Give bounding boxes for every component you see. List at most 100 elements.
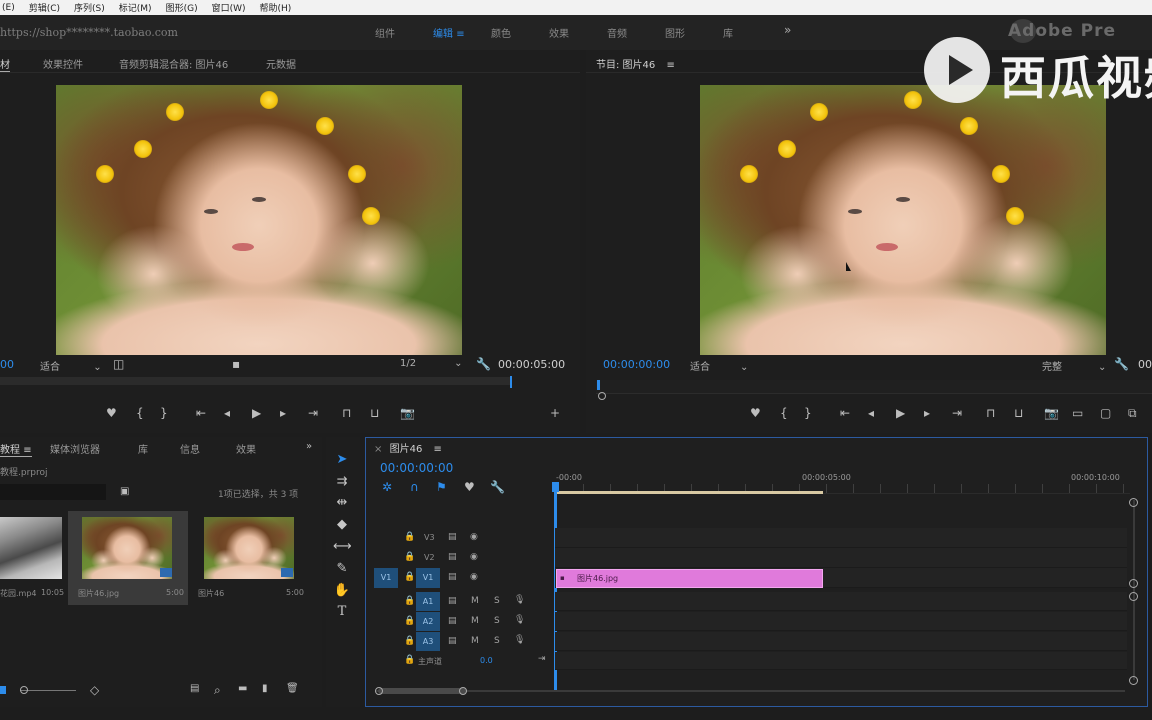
project-item-image[interactable]: [82, 517, 172, 579]
workspace-tab-effects[interactable]: 效果: [549, 25, 607, 40]
menu-sequence[interactable]: 序列(S): [74, 1, 105, 14]
project-item-video[interactable]: [0, 517, 62, 579]
program-quality-dropdown[interactable]: 完整 ⌄: [1042, 358, 1106, 373]
lift-icon[interactable]: ⊓: [986, 406, 995, 420]
sync-lock-icon[interactable]: ▤: [448, 572, 457, 582]
program-playhead[interactable]: [597, 380, 600, 390]
timeline-hscroll[interactable]: [375, 690, 1125, 692]
go-to-in-icon[interactable]: ⇤: [840, 406, 850, 420]
wrench-icon[interactable]: 🔧: [1114, 357, 1129, 371]
mic-icon[interactable]: 🎙: [514, 615, 525, 625]
source-timecode[interactable]: 00: [0, 358, 14, 371]
source-resolution-dropdown[interactable]: 1/2 ⌄: [400, 358, 462, 369]
mark-in-icon[interactable]: {: [136, 406, 144, 420]
lane-a1[interactable]: [555, 592, 1127, 611]
mic-icon[interactable]: 🎙: [514, 635, 525, 645]
vscroll-handle-bottom[interactable]: [1129, 676, 1138, 685]
menu-edit-partial[interactable]: (E): [2, 3, 15, 13]
tab-project[interactable]: 教程 ≡: [0, 441, 32, 457]
panels-more-icon[interactable]: »: [306, 441, 312, 452]
menu-graphics[interactable]: 图形(G): [166, 1, 198, 14]
hand-tool-icon[interactable]: ✋: [333, 582, 351, 600]
tab-audio-clip-mixer[interactable]: 音频剪辑混合器: 图片46: [119, 56, 228, 71]
zoom-slider[interactable]: [20, 690, 76, 691]
linked-selection-icon[interactable]: ⚑: [436, 480, 447, 494]
camera-icon[interactable]: 📷: [1044, 406, 1059, 420]
vr-video-icon[interactable]: ▭: [1072, 406, 1083, 420]
sync-lock-icon[interactable]: ▤: [448, 636, 457, 646]
tab-metadata[interactable]: 元数据: [266, 56, 296, 71]
step-forward-icon[interactable]: ▸: [924, 406, 930, 420]
camera-icon[interactable]: 📷: [400, 406, 415, 420]
mark-in-icon[interactable]: {: [780, 406, 788, 420]
timeline-vscroll[interactable]: [1133, 500, 1135, 680]
lane-master[interactable]: [555, 652, 1127, 670]
wrench-icon[interactable]: 🔧: [476, 357, 491, 371]
panel-menu-icon[interactable]: ≡: [434, 444, 442, 455]
zoom-slider-handle[interactable]: [20, 686, 28, 694]
workspace-menu-icon[interactable]: ≡: [456, 29, 464, 40]
step-forward-icon[interactable]: ▸: [280, 406, 286, 420]
close-icon[interactable]: ×: [374, 444, 382, 455]
timeline-settings-icon[interactable]: 🔧: [490, 480, 505, 494]
lock-icon[interactable]: 🔒: [404, 552, 415, 562]
timeline-tab[interactable]: × 图片46 ≡: [374, 440, 442, 455]
workspace-tab-audio[interactable]: 音频: [607, 25, 665, 40]
source-scrub-bar[interactable]: [0, 377, 512, 385]
workspace-more-icon[interactable]: »: [784, 23, 791, 37]
mic-icon[interactable]: 🎙: [514, 595, 525, 605]
mark-out-icon[interactable]: }: [804, 406, 812, 420]
vscroll-handle-mid2[interactable]: [1129, 592, 1138, 601]
panel-menu-icon[interactable]: ≡: [23, 445, 31, 456]
razor-tool-icon[interactable]: ◆: [333, 516, 351, 534]
mark-out-icon[interactable]: }: [160, 406, 168, 420]
new-item-icon[interactable]: ▮: [262, 683, 268, 694]
tab-libraries[interactable]: 库: [138, 441, 148, 456]
lane-a3[interactable]: [555, 632, 1127, 651]
mute-icon[interactable]: M: [471, 596, 479, 606]
nest-icon[interactable]: ✲: [382, 480, 392, 494]
lane-a2[interactable]: [555, 612, 1127, 631]
lock-icon[interactable]: 🔒: [404, 655, 415, 665]
selection-tool-icon[interactable]: ➤: [333, 451, 351, 469]
menu-window[interactable]: 窗口(W): [212, 1, 246, 14]
lock-icon[interactable]: 🔒: [404, 596, 415, 606]
tab-source[interactable]: 材: [0, 56, 10, 72]
step-back-icon[interactable]: ◂: [868, 406, 874, 420]
track-label-a1[interactable]: A1: [416, 592, 440, 611]
hscroll-handle-right[interactable]: [459, 687, 467, 695]
go-to-out-icon[interactable]: ⇥: [308, 406, 318, 420]
track-label-a2[interactable]: A2: [416, 612, 440, 631]
go-to-end-icon[interactable]: ⇥: [538, 654, 546, 664]
track-select-tool-icon[interactable]: ⇉: [333, 473, 351, 491]
snap-icon[interactable]: ∩: [410, 480, 419, 494]
eye-icon[interactable]: ◉: [470, 532, 478, 542]
insert-icon[interactable]: ⊓: [342, 406, 351, 420]
find-icon[interactable]: ⌕: [214, 683, 221, 698]
solo-icon[interactable]: S: [494, 616, 500, 626]
lock-icon[interactable]: 🔒: [404, 532, 415, 542]
lock-icon[interactable]: 🔒: [404, 636, 415, 646]
slip-tool-icon[interactable]: ⟷: [333, 538, 352, 556]
eye-icon[interactable]: ◉: [470, 552, 478, 562]
comparison-view-icon[interactable]: ▢: [1100, 406, 1111, 420]
type-tool-icon[interactable]: T: [333, 603, 351, 621]
marker-small-icon[interactable]: ▪: [232, 357, 240, 371]
workspace-tab-assembly[interactable]: 组件: [375, 25, 433, 40]
tab-effect-controls[interactable]: 效果控件: [43, 56, 83, 71]
new-bin-from-search-icon[interactable]: ▣: [120, 486, 129, 497]
tab-info[interactable]: 信息: [180, 441, 200, 456]
compare-icon[interactable]: ⧉: [1128, 406, 1137, 421]
timeline-clip[interactable]: ▪ 图片46.jpg: [556, 569, 823, 588]
lock-icon[interactable]: 🔒: [404, 572, 415, 582]
sync-lock-icon[interactable]: ▤: [448, 616, 457, 626]
go-to-out-icon[interactable]: ⇥: [952, 406, 962, 420]
panel-menu-icon[interactable]: ≡: [666, 60, 674, 71]
tab-media-browser[interactable]: 媒体浏览器: [50, 441, 100, 456]
workspace-tab-graphics[interactable]: 图形: [665, 25, 723, 40]
sync-lock-icon[interactable]: ▤: [448, 552, 457, 562]
vscroll-handle-mid[interactable]: [1129, 579, 1138, 588]
trash-icon[interactable]: 🗑: [286, 683, 299, 694]
overwrite-icon[interactable]: ⊔: [370, 406, 379, 420]
track-label-v1[interactable]: V1: [416, 568, 440, 588]
